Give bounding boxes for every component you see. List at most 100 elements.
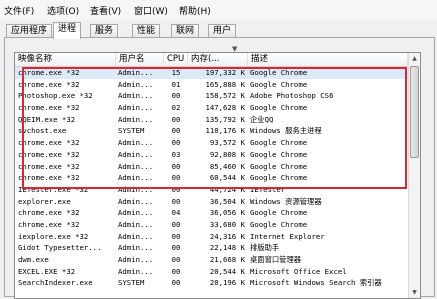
process-memory: 44,724 K [209,184,245,194]
process-cpu: 00 [171,126,181,136]
process-description: Google Chrome [250,138,308,148]
menu-bar: 文件(F) 选项(O) 查看(V) 窗口(W) 帮助(H) [0,0,437,21]
process-description: Microsoft Windows Search 索引器 [250,278,382,288]
process-description: 排版助手 [250,243,280,253]
process-memory: 36,056 K [209,208,245,218]
process-user: Admin... [118,255,154,264]
process-name: Photoshop.exe *32 [18,91,93,101]
menu-help[interactable]: 帮助(H) [179,4,211,17]
table-row[interactable]: chrome.exe *32 Admin... 04 36,056 K Google C… [15,207,408,219]
process-description: 桌面窗口管理器 [250,255,302,264]
process-memory: 24,316 K [209,231,245,241]
process-description: Windows 资源管理器 [250,196,322,206]
process-name: dwm.exe [18,255,49,264]
process-user: Admin... [118,149,154,159]
process-cpu: 00 [171,114,181,124]
header-user[interactable]: 用户名 [116,53,164,66]
process-memory: 85,460 K [209,161,245,171]
table-row[interactable]: dwm.exe Admin... 00 21,668 K 桌面窗口管理器 [15,254,408,266]
table-row[interactable]: explorer.exe Admin... 00 36,504 K Windows 资源… [15,196,408,208]
table-row[interactable]: chrome.exe *32 Admin... 00 33,680 K Google C… [15,219,408,231]
menu-view[interactable]: 查看(V) [90,4,121,17]
process-cpu: 00 [171,184,181,194]
table-row[interactable]: chrome.exe *32 Admin... 00 93,572 K Google C… [15,137,408,149]
process-user: Admin... [118,266,154,276]
process-description: Adobe Photoshop CS6 [250,91,334,101]
process-description: Google Chrome [250,173,308,183]
process-user: Admin... [118,243,154,253]
process-name: chrome.exe *32 [18,68,80,77]
table-row[interactable]: chrome.exe *32 Admin... 15 197,332 K Google … [15,67,408,79]
table-row[interactable]: EXCEL.EXE *32 Admin... 00 20,544 K Microsoft… [15,266,408,278]
table-row[interactable]: IETester.exe *32 Admin... 00 44,724 K IETest… [15,184,408,196]
process-name: explorer.exe [18,196,71,206]
tab-performance[interactable]: 性能 [132,24,161,38]
table-header: 映像名称 用户名 CPU 内存(... 描述 [15,53,408,67]
header-cpu[interactable]: CPU [164,53,188,66]
sort-descending-icon: ▼ [232,45,238,53]
process-description: 企业QQ [250,114,274,124]
process-name: chrome.exe *32 [18,161,80,171]
menu-options[interactable]: 选项(O) [47,4,79,17]
menu-window[interactable]: 窗口(W) [134,4,168,17]
process-memory: 158,572 K [205,91,245,101]
header-memory[interactable]: 内存(... [188,53,248,66]
process-memory: 110,176 K [205,126,245,136]
process-table: 映像名称 用户名 CPU 内存(... 描述 chrome.exe *32 Adm… [14,52,421,299]
process-name: svchost.exe [18,126,67,136]
table-row[interactable]: chrome.exe *32 Admin... 00 60,544 K Google C… [15,172,408,184]
process-name: Gidot Typesetter... [18,243,102,253]
table-row[interactable]: QQEIM.exe *32 Admin... 00 135,792 K 企业QQ [15,114,408,126]
menu-file[interactable]: 文件(F) [4,4,34,17]
table-row[interactable]: chrome.exe *32 Admin... 00 85,460 K Google C… [15,161,408,173]
header-description[interactable]: 描述 [248,53,408,66]
process-description: Windows 服务主进程 [250,126,322,136]
process-user: Admin... [118,184,154,194]
process-user: Admin... [118,196,154,206]
tab-strip: 应用程序 进程 服务 性能 联网 用户 [0,20,437,39]
process-cpu: 02 [171,103,181,113]
process-name: chrome.exe *32 [18,173,80,183]
process-memory: 33,680 K [209,219,245,229]
process-memory: 20,196 K [209,278,245,288]
scroll-up-icon[interactable]: ▲ [409,53,420,64]
process-cpu: 00 [171,278,181,288]
scroll-thumb[interactable] [410,66,419,158]
process-cpu: 01 [171,79,181,89]
table-row[interactable]: Photoshop.exe *32 Admin... 00 158,572 K Adob… [15,90,408,102]
scroll-down-icon[interactable]: ▼ [409,287,420,298]
header-image-name[interactable]: 映像名称 [15,53,116,66]
vertical-scrollbar[interactable]: ▲ ▼ [408,53,420,298]
process-memory: 36,504 K [209,196,245,206]
table-row[interactable]: SearchIndexer.exe SYSTEM 00 20,196 K Microso… [15,277,408,289]
tab-users[interactable]: 用户 [208,24,237,38]
table-row[interactable]: iexplore.exe *32 Admin... 00 24,316 K Intern… [15,231,408,243]
process-memory: 92,808 K [209,149,245,159]
process-cpu: 00 [171,255,181,264]
table-row[interactable]: chrome.exe *32 Admin... 03 92,808 K Google C… [15,149,408,161]
process-user: Admin... [118,114,154,124]
process-memory: 135,792 K [205,114,245,124]
process-name: IETester.exe *32 [18,184,89,194]
table-row[interactable]: chrome.exe *32 Admin... 02 147,628 K Google … [15,102,408,114]
process-user: Admin... [118,103,154,113]
tab-processes[interactable]: 进程 [53,22,82,39]
process-memory: 165,888 K [205,79,245,89]
table-row[interactable]: chrome.exe *32 Admin... 01 165,888 K Google … [15,79,408,91]
process-cpu: 00 [171,219,181,229]
tab-applications[interactable]: 应用程序 [6,24,53,38]
process-name: chrome.exe *32 [18,219,80,229]
tab-services[interactable]: 服务 [90,24,119,38]
process-name: chrome.exe *32 [18,208,80,218]
process-description: Google Chrome [250,68,308,77]
process-description: Internet Explorer [250,231,325,241]
process-memory: 197,332 K [205,68,245,77]
process-user: Admin... [118,173,154,183]
process-description: Google Chrome [250,219,308,229]
table-row[interactable]: svchost.exe SYSTEM 00 110,176 K Windows 服务主进… [15,125,408,137]
process-cpu: 00 [171,266,181,276]
process-memory: 21,668 K [209,255,245,264]
process-description: Google Chrome [250,79,308,89]
tab-networking[interactable]: 联网 [171,24,200,38]
table-row[interactable]: Gidot Typesetter... Admin... 00 22,148 K 排版助… [15,242,408,254]
